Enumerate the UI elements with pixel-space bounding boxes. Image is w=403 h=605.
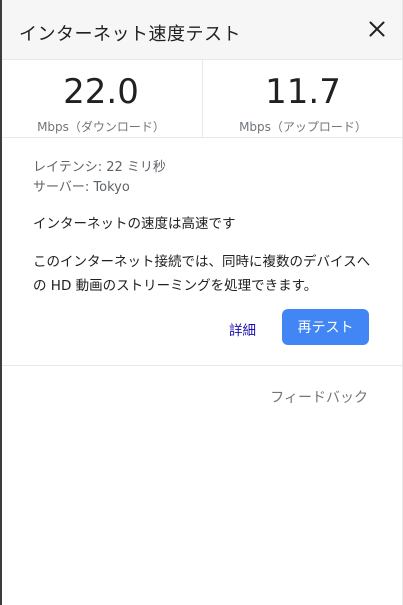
- upload-metric: 11.7 Mbps（アップロード）: [203, 60, 403, 138]
- window-edge: [0, 0, 2, 605]
- speed-summary: インターネットの速度は高速です: [33, 216, 236, 232]
- upload-speed-value: 11.7: [265, 72, 341, 112]
- close-icon: [369, 21, 385, 37]
- close-button[interactable]: [365, 17, 389, 41]
- details-link[interactable]: 詳細: [229, 319, 256, 339]
- upload-speed-unit: Mbps（アップロード）: [239, 120, 367, 134]
- feedback-link[interactable]: フィードバック: [270, 387, 368, 407]
- download-speed-value: 22.0: [63, 72, 139, 112]
- test-details: レイテンシ: 22 ミリ秒 サーバー: Tokyo インターネットの速度は高速で…: [33, 158, 378, 298]
- retest-button[interactable]: 再テスト: [282, 309, 369, 345]
- latency-text: レイテンシ: 22 ミリ秒: [33, 160, 166, 175]
- speed-metrics: 22.0 Mbps（ダウンロード） 11.7 Mbps（アップロード）: [0, 60, 403, 138]
- dialog-title: インターネット速度テスト: [19, 24, 241, 45]
- download-speed-unit: Mbps（ダウンロード）: [37, 120, 165, 134]
- dialog-actions: 詳細 再テスト: [0, 309, 403, 345]
- server-text: サーバー: Tokyo: [33, 180, 130, 195]
- download-metric: 22.0 Mbps（ダウンロード）: [0, 60, 202, 138]
- capability-description: このインターネット接続では、同時に複数のデバイスへの HD 動画のストリーミング…: [33, 254, 371, 294]
- speed-test-dialog: インターネット速度テスト 22.0 Mbps（ダウンロード） 11.7 Mbps…: [0, 0, 403, 605]
- dialog-header: インターネット速度テスト: [0, 0, 403, 60]
- footer-divider: [0, 365, 403, 366]
